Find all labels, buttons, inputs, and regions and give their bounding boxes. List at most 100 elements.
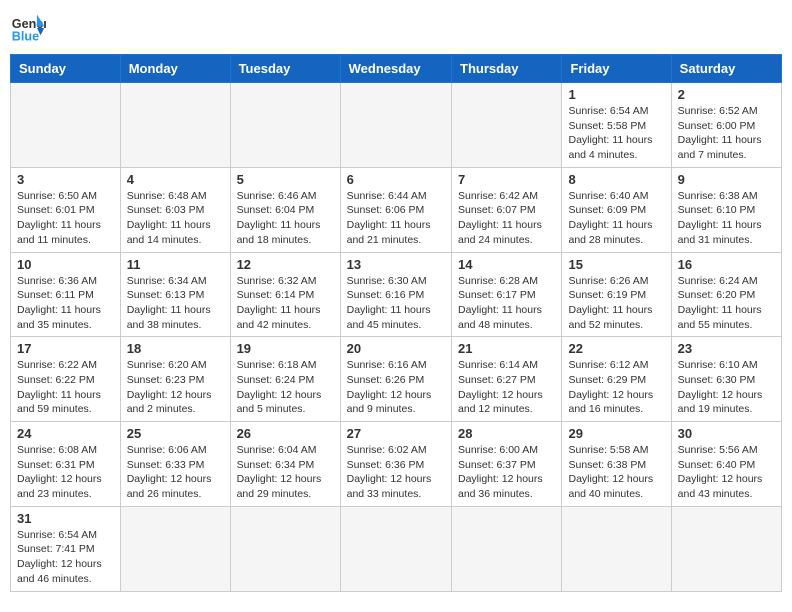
day-number: 25 — [127, 426, 224, 441]
day-number: 26 — [237, 426, 334, 441]
day-info: Sunrise: 6:28 AM Sunset: 6:17 PM Dayligh… — [458, 274, 555, 333]
day-number: 6 — [347, 172, 445, 187]
day-number: 21 — [458, 341, 555, 356]
calendar-cell: 29 Sunrise: 5:58 AM Sunset: 6:38 PM Dayli… — [562, 422, 671, 507]
svg-text:Blue: Blue — [12, 30, 39, 44]
calendar-cell: 8Sunrise: 6:40 AM Sunset: 6:09 PM Daylig… — [562, 167, 671, 252]
day-info: Sunrise: 6:00 AM Sunset: 6:37 PM Dayligh… — [458, 443, 555, 502]
calendar-cell: 10 Sunrise: 6:36 AM Sunset: 6:11 PM Dayli… — [11, 252, 121, 337]
calendar-cell: 17Sunrise: 6:22 AM Sunset: 6:22 PM Dayli… — [11, 337, 121, 422]
calendar-cell: 3Sunrise: 6:50 AM Sunset: 6:01 PM Daylig… — [11, 167, 121, 252]
day-number: 29 — [568, 426, 664, 441]
week-row-2: 3Sunrise: 6:50 AM Sunset: 6:01 PM Daylig… — [11, 167, 782, 252]
day-number: 16 — [678, 257, 775, 272]
week-row-5: 24Sunrise: 6:08 AM Sunset: 6:31 PM Dayli… — [11, 422, 782, 507]
calendar-cell — [452, 506, 562, 591]
day-number: 9 — [678, 172, 775, 187]
day-number: 15 — [568, 257, 664, 272]
calendar-cell: 4Sunrise: 6:48 AM Sunset: 6:03 PM Daylig… — [120, 167, 230, 252]
day-info: Sunrise: 6:30 AM Sunset: 6:16 PM Dayligh… — [347, 274, 445, 333]
logo-icon: General Blue — [10, 10, 46, 46]
day-number: 5 — [237, 172, 334, 187]
calendar-cell: 1 Sunrise: 6:54 AM Sunset: 5:58 PM Daylig… — [562, 83, 671, 168]
calendar-cell: 5 Sunrise: 6:46 AM Sunset: 6:04 PM Daylig… — [230, 167, 340, 252]
calendar-cell: 26 Sunrise: 6:04 AM Sunset: 6:34 PM Dayli… — [230, 422, 340, 507]
day-number: 4 — [127, 172, 224, 187]
calendar-table: SundayMondayTuesdayWednesdayThursdayFrid… — [10, 54, 782, 592]
day-number: 31 — [17, 511, 114, 526]
day-number: 14 — [458, 257, 555, 272]
calendar-cell: 14 Sunrise: 6:28 AM Sunset: 6:17 PM Dayli… — [452, 252, 562, 337]
calendar-cell: 21Sunrise: 6:14 AM Sunset: 6:27 PM Dayli… — [452, 337, 562, 422]
day-info: Sunrise: 6:12 AM Sunset: 6:29 PM Dayligh… — [568, 358, 664, 417]
calendar-cell: 6Sunrise: 6:44 AM Sunset: 6:06 PM Daylig… — [340, 167, 451, 252]
calendar-cell: 30Sunrise: 5:56 AM Sunset: 6:40 PM Dayli… — [671, 422, 781, 507]
calendar-cell — [562, 506, 671, 591]
day-number: 10 — [17, 257, 114, 272]
week-row-3: 10 Sunrise: 6:36 AM Sunset: 6:11 PM Dayli… — [11, 252, 782, 337]
day-info: Sunrise: 6:20 AM Sunset: 6:23 PM Dayligh… — [127, 358, 224, 417]
week-row-1: 1 Sunrise: 6:54 AM Sunset: 5:58 PM Daylig… — [11, 83, 782, 168]
day-number: 19 — [237, 341, 334, 356]
weekday-header-thursday: Thursday — [452, 55, 562, 83]
weekday-header-friday: Friday — [562, 55, 671, 83]
day-info: Sunrise: 6:50 AM Sunset: 6:01 PM Dayligh… — [17, 189, 114, 248]
day-info: Sunrise: 5:58 AM Sunset: 6:38 PM Dayligh… — [568, 443, 664, 502]
calendar-cell: 7 Sunrise: 6:42 AM Sunset: 6:07 PM Daylig… — [452, 167, 562, 252]
calendar-cell: 12 Sunrise: 6:32 AM Sunset: 6:14 PM Dayli… — [230, 252, 340, 337]
week-row-6: 31 Sunrise: 6:54 AM Sunset: 7:41 PM Dayli… — [11, 506, 782, 591]
calendar-cell: 13 Sunrise: 6:30 AM Sunset: 6:16 PM Dayli… — [340, 252, 451, 337]
calendar-cell — [671, 506, 781, 591]
day-number: 23 — [678, 341, 775, 356]
day-number: 1 — [568, 87, 664, 102]
calendar-cell: 19Sunrise: 6:18 AM Sunset: 6:24 PM Dayli… — [230, 337, 340, 422]
day-info: Sunrise: 6:52 AM Sunset: 6:00 PM Dayligh… — [678, 104, 775, 163]
calendar-cell: 16 Sunrise: 6:24 AM Sunset: 6:20 PM Dayli… — [671, 252, 781, 337]
day-info: Sunrise: 6:42 AM Sunset: 6:07 PM Dayligh… — [458, 189, 555, 248]
calendar-cell — [120, 83, 230, 168]
weekday-header-wednesday: Wednesday — [340, 55, 451, 83]
week-row-4: 17Sunrise: 6:22 AM Sunset: 6:22 PM Dayli… — [11, 337, 782, 422]
day-info: Sunrise: 6:10 AM Sunset: 6:30 PM Dayligh… — [678, 358, 775, 417]
calendar-cell — [230, 506, 340, 591]
weekday-header-sunday: Sunday — [11, 55, 121, 83]
day-number: 2 — [678, 87, 775, 102]
day-info: Sunrise: 6:36 AM Sunset: 6:11 PM Dayligh… — [17, 274, 114, 333]
day-number: 8 — [568, 172, 664, 187]
day-info: Sunrise: 5:56 AM Sunset: 6:40 PM Dayligh… — [678, 443, 775, 502]
calendar-cell — [230, 83, 340, 168]
day-info: Sunrise: 6:32 AM Sunset: 6:14 PM Dayligh… — [237, 274, 334, 333]
calendar-cell: 31 Sunrise: 6:54 AM Sunset: 7:41 PM Dayli… — [11, 506, 121, 591]
day-info: Sunrise: 6:54 AM Sunset: 5:58 PM Dayligh… — [568, 104, 664, 163]
calendar-cell: 24Sunrise: 6:08 AM Sunset: 6:31 PM Dayli… — [11, 422, 121, 507]
header: General Blue — [10, 10, 782, 46]
day-info: Sunrise: 6:46 AM Sunset: 6:04 PM Dayligh… — [237, 189, 334, 248]
day-info: Sunrise: 6:02 AM Sunset: 6:36 PM Dayligh… — [347, 443, 445, 502]
calendar-cell: 22Sunrise: 6:12 AM Sunset: 6:29 PM Dayli… — [562, 337, 671, 422]
day-info: Sunrise: 6:16 AM Sunset: 6:26 PM Dayligh… — [347, 358, 445, 417]
day-info: Sunrise: 6:54 AM Sunset: 7:41 PM Dayligh… — [17, 528, 114, 587]
day-number: 11 — [127, 257, 224, 272]
calendar-cell: 11Sunrise: 6:34 AM Sunset: 6:13 PM Dayli… — [120, 252, 230, 337]
page-container: General Blue SundayMondayTuesdayWednesda… — [10, 10, 782, 592]
day-number: 7 — [458, 172, 555, 187]
calendar-cell: 20Sunrise: 6:16 AM Sunset: 6:26 PM Dayli… — [340, 337, 451, 422]
calendar-cell — [340, 506, 451, 591]
day-info: Sunrise: 6:06 AM Sunset: 6:33 PM Dayligh… — [127, 443, 224, 502]
day-info: Sunrise: 6:04 AM Sunset: 6:34 PM Dayligh… — [237, 443, 334, 502]
day-number: 12 — [237, 257, 334, 272]
calendar-cell: 25 Sunrise: 6:06 AM Sunset: 6:33 PM Dayli… — [120, 422, 230, 507]
day-info: Sunrise: 6:38 AM Sunset: 6:10 PM Dayligh… — [678, 189, 775, 248]
weekday-header-row: SundayMondayTuesdayWednesdayThursdayFrid… — [11, 55, 782, 83]
calendar-cell — [11, 83, 121, 168]
day-info: Sunrise: 6:24 AM Sunset: 6:20 PM Dayligh… — [678, 274, 775, 333]
weekday-header-saturday: Saturday — [671, 55, 781, 83]
calendar-cell: 2 Sunrise: 6:52 AM Sunset: 6:00 PM Daylig… — [671, 83, 781, 168]
calendar-cell: 23 Sunrise: 6:10 AM Sunset: 6:30 PM Dayli… — [671, 337, 781, 422]
day-number: 13 — [347, 257, 445, 272]
calendar-cell: 9 Sunrise: 6:38 AM Sunset: 6:10 PM Daylig… — [671, 167, 781, 252]
day-info: Sunrise: 6:26 AM Sunset: 6:19 PM Dayligh… — [568, 274, 664, 333]
day-info: Sunrise: 6:08 AM Sunset: 6:31 PM Dayligh… — [17, 443, 114, 502]
calendar-cell — [452, 83, 562, 168]
calendar-cell — [120, 506, 230, 591]
